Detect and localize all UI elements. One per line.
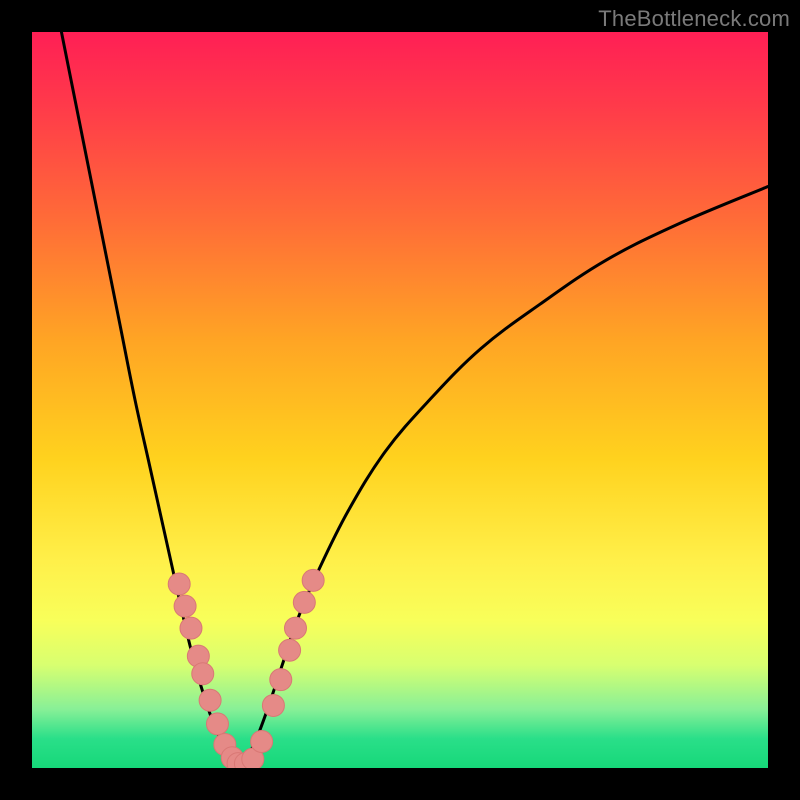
- data-marker: [180, 617, 202, 639]
- data-marker: [262, 694, 284, 716]
- data-marker: [270, 669, 292, 691]
- plot-area: [32, 32, 768, 768]
- data-marker: [206, 713, 228, 735]
- data-marker: [302, 569, 324, 591]
- data-marker: [284, 617, 306, 639]
- curve-left-branch: [61, 32, 238, 768]
- data-marker: [168, 573, 190, 595]
- data-marker: [251, 731, 273, 753]
- curve-right-branch: [238, 187, 768, 768]
- data-marker: [192, 663, 214, 685]
- curve-canvas: [32, 32, 768, 768]
- data-marker: [293, 591, 315, 613]
- data-marker: [279, 639, 301, 661]
- data-marker: [199, 689, 221, 711]
- data-marker: [174, 595, 196, 617]
- chart-frame: TheBottleneck.com: [0, 0, 800, 800]
- watermark-text: TheBottleneck.com: [598, 6, 790, 32]
